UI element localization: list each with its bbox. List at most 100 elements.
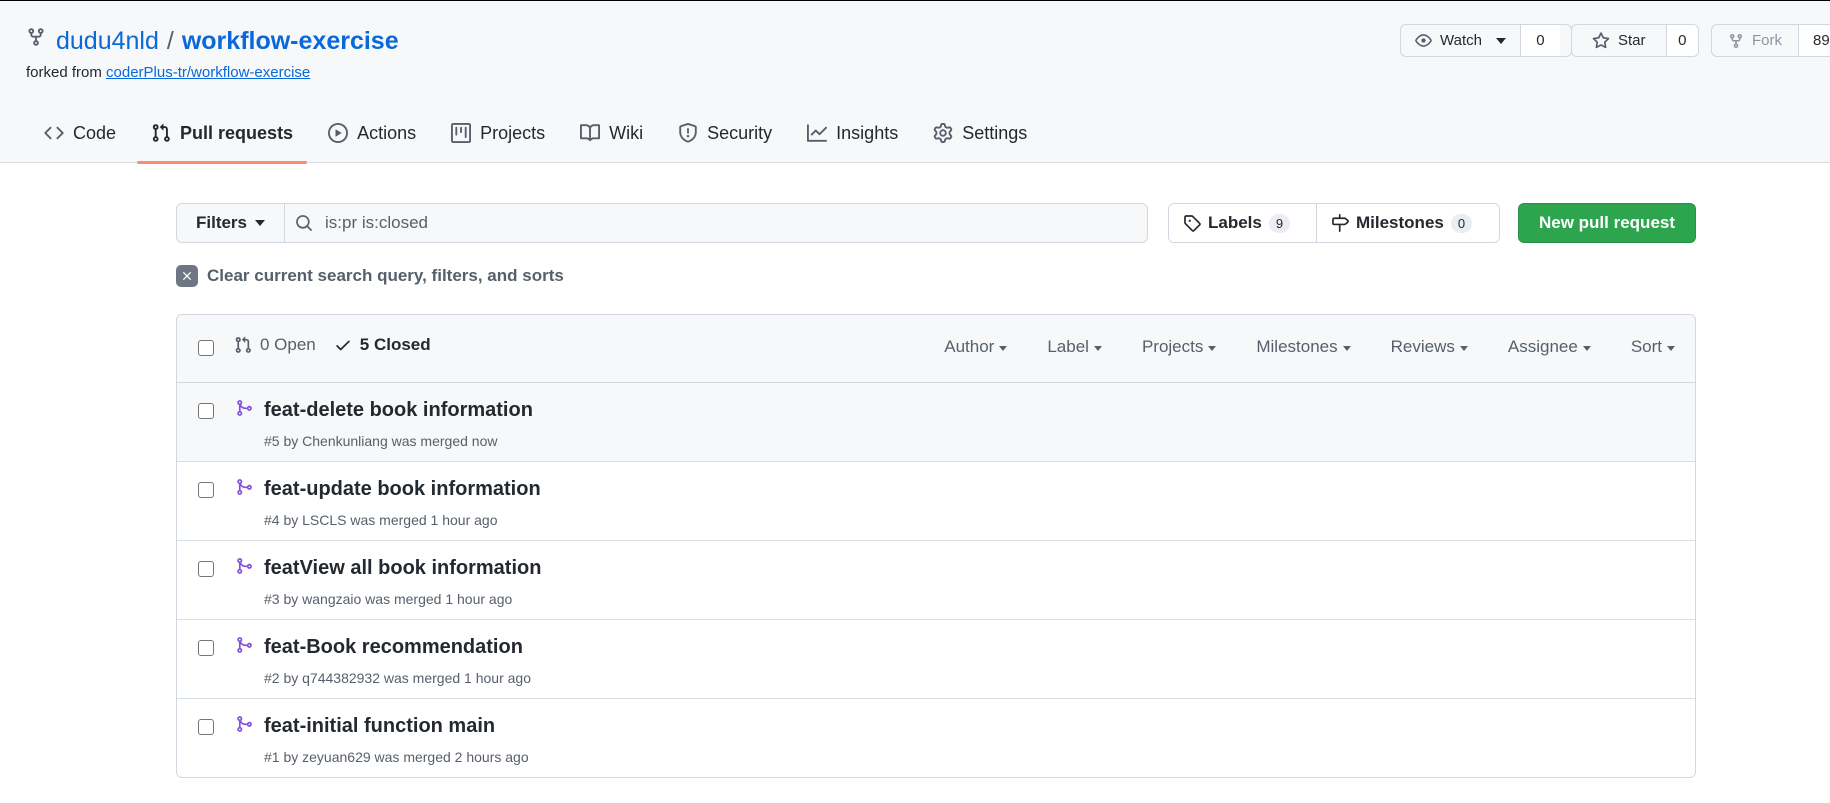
- close-icon: [176, 265, 198, 287]
- watch-button-group: Watch 0: [1400, 24, 1572, 57]
- book-icon: [580, 124, 601, 142]
- pr-title-link[interactable]: feat-update book information: [264, 478, 541, 501]
- labels-button[interactable]: Labels 9: [1169, 204, 1316, 242]
- watch-label: Watch: [1440, 32, 1482, 49]
- pr-checkbox[interactable]: [198, 561, 214, 577]
- reviews-filter[interactable]: Reviews: [1391, 337, 1468, 357]
- milestones-count: 0: [1450, 213, 1473, 233]
- tab-code[interactable]: Code: [30, 112, 130, 154]
- tab-settings-label: Settings: [962, 122, 1028, 143]
- list-filter-dropdowns: Author Label Projects Milestones Reviews…: [904, 337, 1675, 357]
- list-item: feat-update book information #4 by LSCLS…: [177, 462, 1695, 541]
- filters-button[interactable]: Filters: [176, 203, 285, 243]
- repo-name-link[interactable]: workflow-exercise: [182, 27, 399, 56]
- clear-filters-link[interactable]: Clear current search query, filters, and…: [176, 265, 564, 287]
- tab-actions[interactable]: Actions: [314, 112, 430, 154]
- star-button-group: Star 0: [1571, 24, 1699, 57]
- pr-meta: #2 by q744382932 was merged 1 hour ago: [264, 670, 531, 686]
- forked-from: forked from coderPlus-tr/workflow-exerci…: [26, 64, 310, 81]
- pr-meta: #3 by wangzaio was merged 1 hour ago: [264, 591, 513, 607]
- star-button[interactable]: Star: [1572, 25, 1666, 56]
- eye-icon: [1415, 34, 1432, 47]
- repo-forked-icon: [1730, 33, 1742, 48]
- pr-checkbox[interactable]: [198, 482, 214, 498]
- tab-projects[interactable]: Projects: [437, 112, 559, 154]
- list-item: feat-delete book information #5 by Chenk…: [177, 383, 1695, 462]
- sort-filter[interactable]: Sort: [1631, 337, 1675, 357]
- list-header: 0 Open 5 Closed Author Label Projects Mi…: [177, 315, 1695, 383]
- repo-title: dudu4nld / workflow-exercise: [26, 24, 399, 58]
- pr-checkbox[interactable]: [198, 403, 214, 419]
- git-pull-request-icon: [152, 123, 170, 142]
- closed-filter[interactable]: 5 Closed: [334, 335, 431, 355]
- git-pull-request-icon: [235, 336, 251, 353]
- chevron-down-icon: [255, 220, 266, 226]
- tab-wiki[interactable]: Wiki: [566, 112, 657, 154]
- pr-title-link[interactable]: feat-delete book information: [264, 399, 533, 422]
- git-merge-icon: [237, 637, 252, 653]
- assignee-filter[interactable]: Assignee: [1508, 337, 1591, 357]
- tag-icon: [1184, 215, 1201, 232]
- search-input[interactable]: [325, 213, 1105, 233]
- new-pull-request-button[interactable]: New pull request: [1518, 203, 1696, 243]
- watch-count[interactable]: 0: [1519, 25, 1560, 56]
- watch-button[interactable]: Watch: [1401, 25, 1520, 56]
- pull-request-list: 0 Open 5 Closed Author Label Projects Mi…: [176, 314, 1696, 778]
- star-count[interactable]: 0: [1665, 25, 1698, 56]
- repo-header: dudu4nld / workflow-exercise forked from…: [0, 0, 1830, 164]
- pr-title-link[interactable]: feat-Book recommendation: [264, 636, 523, 659]
- git-merge-icon: [237, 558, 252, 574]
- labels-count: 9: [1268, 213, 1291, 233]
- code-icon: [44, 126, 64, 140]
- label-filter[interactable]: Label: [1047, 337, 1102, 357]
- git-merge-icon: [237, 716, 252, 732]
- search-icon: [296, 215, 312, 231]
- fork-button[interactable]: Fork: [1712, 25, 1798, 56]
- state-toggle: 0 Open 5 Closed: [234, 335, 431, 355]
- tab-security-label: Security: [707, 122, 773, 143]
- star-label: Star: [1618, 32, 1646, 49]
- labels-milestones-group: Labels 9 Milestones 0: [1168, 203, 1500, 243]
- projects-filter[interactable]: Projects: [1142, 337, 1216, 357]
- star-icon: [1592, 31, 1610, 48]
- labels-label: Labels: [1208, 213, 1262, 232]
- filters-label: Filters: [195, 213, 248, 232]
- tab-wiki-label: Wiki: [609, 122, 644, 143]
- repo-forked-icon: [28, 28, 44, 46]
- check-icon: [336, 340, 350, 351]
- table-icon: [451, 123, 472, 143]
- milestones-label: Milestones: [1356, 213, 1444, 232]
- tab-security[interactable]: Security: [664, 112, 786, 154]
- pr-meta: #1 by zeyuan629 was merged 2 hours ago: [264, 749, 529, 765]
- repo-separator: /: [166, 26, 174, 55]
- list-item: featView all book information #3 by wang…: [177, 541, 1695, 620]
- fork-label: Fork: [1752, 32, 1782, 49]
- graph-icon: [807, 124, 828, 142]
- tab-insights-label: Insights: [836, 122, 899, 143]
- pr-checkbox[interactable]: [198, 640, 214, 656]
- gear-icon: [933, 123, 953, 143]
- tab-settings[interactable]: Settings: [919, 112, 1041, 154]
- tab-pull-requests[interactable]: Pull requests: [137, 112, 308, 164]
- list-item: feat-Book recommendation #2 by q74438293…: [177, 620, 1695, 699]
- pr-title-link[interactable]: feat-initial function main: [264, 715, 495, 738]
- tab-actions-label: Actions: [357, 122, 417, 143]
- pr-title-link[interactable]: featView all book information: [264, 557, 541, 580]
- select-all-checkbox[interactable]: [198, 340, 214, 356]
- milestones-filter[interactable]: Milestones: [1256, 337, 1350, 357]
- open-filter[interactable]: 0 Open: [234, 335, 316, 355]
- shield-icon: [679, 123, 697, 143]
- open-count-label: 0 Open: [260, 335, 316, 354]
- fork-count[interactable]: 89: [1798, 25, 1830, 56]
- pr-meta: #5 by Chenkunliang was merged now: [264, 433, 498, 449]
- pr-checkbox[interactable]: [198, 719, 214, 735]
- tab-insights[interactable]: Insights: [793, 112, 912, 154]
- search-box: [284, 203, 1148, 243]
- repo-owner-link[interactable]: dudu4nld: [56, 27, 159, 56]
- author-filter[interactable]: Author: [944, 337, 1007, 357]
- forked-from-link[interactable]: coderPlus-tr/workflow-exercise: [106, 64, 310, 81]
- milestones-button[interactable]: Milestones 0: [1316, 204, 1499, 242]
- git-merge-icon: [237, 400, 252, 416]
- chevron-down-icon: [1495, 37, 1506, 44]
- window-top-border: [0, 0, 1830, 1]
